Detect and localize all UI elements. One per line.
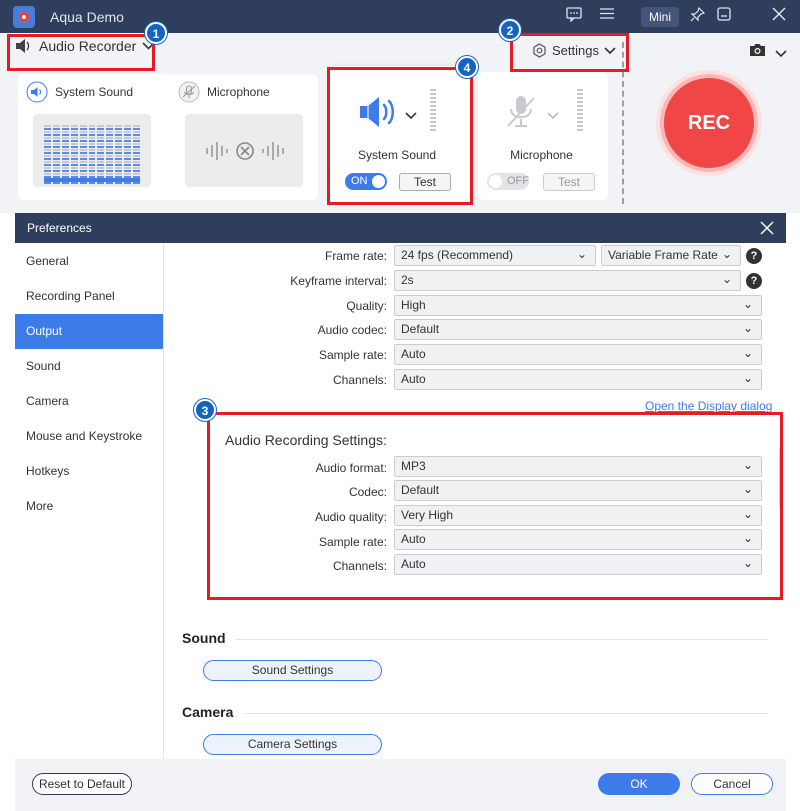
step-badge-3: 3 — [194, 399, 216, 421]
microphone-muted-icon[interactable] — [505, 94, 537, 133]
chevron-down-icon: ⌄ — [742, 371, 753, 385]
frame-rate-mode-value: Variable Frame Rate — [608, 248, 718, 262]
system-sound-icon — [26, 81, 48, 103]
keyframe-interval-label: Keyframe interval: — [290, 274, 387, 288]
chat-icon[interactable] — [566, 7, 582, 26]
microphone-test-button[interactable]: Test — [543, 173, 595, 191]
audio-codec-label: Audio codec: — [317, 323, 387, 337]
ok-button[interactable]: OK — [598, 773, 680, 795]
open-display-dialog-link[interactable]: Open the Display dialog — [645, 399, 772, 413]
keyframe-interval-value: 2s — [401, 273, 414, 287]
toggle-state: OFF — [507, 175, 529, 187]
minimize-icon[interactable] — [717, 7, 731, 25]
rec-button[interactable]: REC — [664, 78, 754, 168]
app-title: Aqua Demo — [50, 9, 124, 25]
keyframe-interval-select[interactable]: 2s ⌄ — [394, 270, 741, 291]
quality-label: Quality: — [346, 299, 387, 313]
audio-codec-select[interactable]: Default ⌄ — [394, 319, 762, 340]
divider — [245, 713, 768, 714]
sidebar-item-recording-panel[interactable]: Recording Panel — [15, 279, 163, 314]
preferences-header: Preferences — [15, 213, 786, 243]
frame-rate-label: Frame rate: — [324, 249, 387, 263]
reset-to-default-button[interactable]: Reset to Default — [32, 773, 132, 795]
step-badge-2: 2 — [499, 19, 521, 41]
sample-rate-value: Auto — [401, 347, 426, 361]
sound-section-title: Sound — [182, 630, 226, 646]
camera-snapshot-icon[interactable] — [749, 43, 766, 60]
system-sound-label: System Sound — [55, 85, 134, 99]
sidebar-item-general[interactable]: General — [15, 244, 163, 279]
frame-rate-mode-select[interactable]: Variable Frame Rate ⌄ — [601, 245, 741, 266]
highlight-box-3 — [207, 412, 783, 600]
volume-level-bar — [44, 178, 140, 182]
close-icon[interactable] — [760, 217, 774, 240]
chevron-down-icon: ⌄ — [742, 297, 753, 311]
chevron-down-icon[interactable] — [547, 109, 559, 123]
sidebar-item-hotkeys[interactable]: Hotkeys — [15, 454, 163, 489]
sidebar-item-mouse-and-keystroke[interactable]: Mouse and Keystroke — [15, 419, 163, 454]
volume-level-meter — [577, 89, 583, 131]
highlight-box-1 — [7, 34, 155, 71]
chevron-down-icon: ⌄ — [721, 247, 732, 261]
channels-select[interactable]: Auto ⌄ — [394, 369, 762, 390]
title-bar: Aqua Demo Mini — [0, 0, 800, 33]
microphone-toggle[interactable]: OFF — [487, 173, 529, 190]
cancel-button[interactable]: Cancel — [691, 773, 773, 795]
step-badge-1: 1 — [145, 22, 167, 44]
sidebar-item-sound[interactable]: Sound — [15, 349, 163, 384]
divider — [236, 639, 768, 640]
frame-rate-select[interactable]: 24 fps (Recommend) ⌄ — [394, 245, 596, 266]
channels-value: Auto — [401, 372, 426, 386]
close-icon[interactable] — [772, 7, 786, 25]
microphone-card-label: Microphone — [510, 148, 573, 162]
preferences-title: Preferences — [27, 221, 92, 235]
sidebar-item-camera[interactable]: Camera — [15, 384, 163, 419]
camera-section-title: Camera — [182, 704, 234, 720]
microphone-label: Microphone — [207, 85, 270, 99]
app-logo-icon — [13, 6, 35, 28]
mini-button[interactable]: Mini — [641, 7, 679, 27]
muted-waveform-icon — [205, 138, 285, 167]
toggle-knob — [489, 175, 502, 188]
sample-rate-select[interactable]: Auto ⌄ — [394, 344, 762, 365]
step-badge-4: 4 — [456, 56, 478, 78]
highlight-box-2 — [510, 33, 629, 72]
chevron-down-icon: ⌄ — [742, 346, 753, 360]
microphone-source[interactable]: Microphone — [178, 81, 270, 103]
quality-select[interactable]: High ⌄ — [394, 295, 762, 316]
preferences-sidebar: General Recording Panel Output Sound Cam… — [15, 243, 164, 759]
pin-icon[interactable] — [690, 6, 706, 26]
volume-meter — [44, 124, 140, 184]
channels-label: Channels: — [332, 373, 387, 387]
sidebar-item-output[interactable]: Output — [15, 314, 163, 349]
menu-icon[interactable] — [600, 7, 614, 24]
audio-codec-value: Default — [401, 322, 440, 336]
quality-value: High — [401, 298, 426, 312]
chevron-down-icon: ⌄ — [576, 247, 587, 261]
system-sound-source[interactable]: System Sound — [26, 81, 133, 103]
microphone-icon — [178, 81, 200, 103]
sidebar-item-more[interactable]: More — [15, 489, 163, 524]
help-icon[interactable]: ? — [746, 273, 762, 289]
camera-settings-button[interactable]: Camera Settings — [203, 734, 382, 755]
sample-rate-label: Sample rate: — [318, 348, 387, 362]
frame-rate-value: 24 fps (Recommend) — [401, 248, 514, 262]
chevron-down-icon: ⌄ — [721, 272, 732, 286]
chevron-down-icon[interactable] — [775, 47, 787, 61]
highlight-box-4 — [327, 67, 473, 205]
chevron-down-icon: ⌄ — [742, 321, 753, 335]
help-icon[interactable]: ? — [746, 248, 762, 264]
sound-settings-button[interactable]: Sound Settings — [203, 660, 382, 681]
